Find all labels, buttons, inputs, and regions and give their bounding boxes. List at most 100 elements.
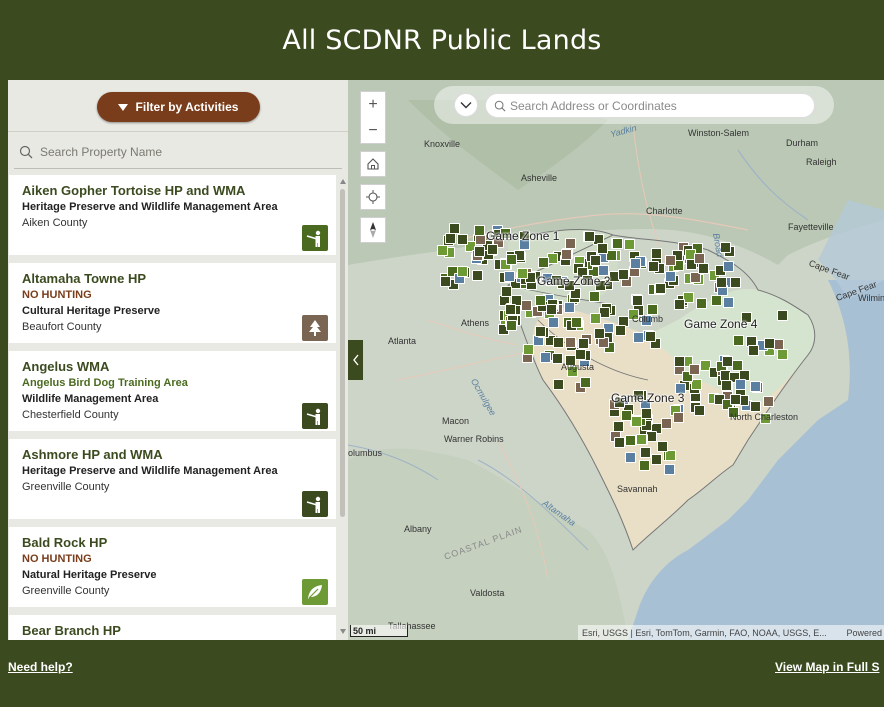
property-marker[interactable]: [565, 238, 576, 249]
property-marker[interactable]: [553, 337, 564, 348]
property-marker[interactable]: [777, 349, 788, 360]
property-marker[interactable]: [625, 435, 636, 446]
property-marker[interactable]: [584, 231, 595, 242]
property-search-input[interactable]: [40, 144, 320, 159]
list-item[interactable]: Ashmore HP and WMA Heritage Preserve and…: [9, 439, 336, 519]
property-marker[interactable]: [535, 295, 546, 306]
property-marker[interactable]: [540, 352, 551, 363]
property-marker[interactable]: [440, 276, 451, 287]
property-marker[interactable]: [696, 298, 707, 309]
property-marker[interactable]: [474, 246, 485, 257]
property-marker[interactable]: [673, 412, 684, 423]
property-marker[interactable]: [733, 335, 744, 346]
property-marker[interactable]: [694, 253, 705, 264]
home-button[interactable]: [360, 151, 386, 177]
property-marker[interactable]: [553, 379, 564, 390]
map-search-input[interactable]: [510, 98, 800, 113]
property-marker[interactable]: [716, 277, 727, 288]
zoom-in-button[interactable]: +: [361, 92, 385, 118]
property-marker[interactable]: [589, 291, 600, 302]
property-marker[interactable]: [674, 299, 685, 310]
property-marker[interactable]: [723, 261, 734, 272]
property-marker[interactable]: [521, 300, 532, 311]
property-marker[interactable]: [639, 460, 650, 471]
property-marker[interactable]: [445, 233, 456, 244]
property-marker[interactable]: [571, 317, 582, 328]
view-full-screen-link[interactable]: View Map in Full S: [775, 660, 879, 674]
list-item[interactable]: Aiken Gopher Tortoise HP and WMA Heritag…: [9, 175, 336, 255]
property-marker[interactable]: [437, 245, 448, 256]
property-marker[interactable]: [711, 295, 722, 306]
property-marker[interactable]: [674, 356, 685, 367]
compass-button[interactable]: [360, 217, 386, 243]
property-marker[interactable]: [723, 297, 734, 308]
property-marker[interactable]: [472, 270, 483, 281]
property-marker[interactable]: [730, 394, 741, 405]
property-marker[interactable]: [763, 396, 774, 407]
property-marker[interactable]: [722, 356, 733, 367]
list-scrollbar[interactable]: [340, 177, 346, 637]
property-marker[interactable]: [457, 234, 468, 245]
scroll-down-icon[interactable]: [340, 629, 346, 634]
scroll-up-icon[interactable]: [340, 179, 346, 184]
property-marker[interactable]: [564, 302, 575, 313]
property-marker[interactable]: [655, 283, 666, 294]
property-marker[interactable]: [689, 364, 700, 375]
list-item[interactable]: Bear Branch HP: [9, 615, 336, 640]
property-marker[interactable]: [578, 338, 589, 349]
property-marker[interactable]: [505, 304, 516, 315]
property-marker[interactable]: [698, 263, 709, 274]
property-marker[interactable]: [487, 244, 498, 255]
property-marker[interactable]: [750, 401, 761, 412]
property-marker[interactable]: [580, 377, 591, 388]
map-view[interactable]: Game Zone 1 Game Zone 2 Game Zone 3 Game…: [348, 80, 884, 640]
property-marker[interactable]: [506, 320, 517, 331]
property-marker[interactable]: [561, 249, 572, 260]
scrollbar-thumb[interactable]: [340, 189, 345, 517]
property-marker[interactable]: [735, 379, 746, 390]
property-marker[interactable]: [615, 325, 626, 336]
property-marker[interactable]: [750, 381, 761, 392]
property-marker[interactable]: [730, 277, 741, 288]
property-marker[interactable]: [665, 271, 676, 282]
property-marker[interactable]: [651, 454, 662, 465]
collapse-panel-button[interactable]: [348, 340, 363, 380]
property-marker[interactable]: [594, 328, 605, 339]
property-marker[interactable]: [523, 344, 534, 355]
need-help-link[interactable]: Need help?: [8, 660, 73, 674]
property-marker[interactable]: [632, 295, 643, 306]
property-marker[interactable]: [645, 331, 656, 342]
property-marker[interactable]: [630, 258, 641, 269]
property-marker[interactable]: [597, 243, 608, 254]
search-source-dropdown[interactable]: [454, 93, 478, 117]
property-marker[interactable]: [657, 441, 668, 452]
property-marker[interactable]: [546, 304, 557, 315]
property-marker[interactable]: [535, 326, 546, 337]
property-marker[interactable]: [613, 421, 624, 432]
property-marker[interactable]: [517, 268, 528, 279]
property-marker[interactable]: [457, 266, 468, 277]
property-marker[interactable]: [664, 464, 675, 475]
property-marker[interactable]: [618, 269, 629, 280]
property-marker[interactable]: [648, 261, 659, 272]
property-marker[interactable]: [661, 418, 672, 429]
property-marker[interactable]: [614, 437, 625, 448]
list-item[interactable]: Altamaha Towne HP NO HUNTING Cultural He…: [9, 263, 336, 343]
list-item[interactable]: Angelus WMA Angelus Bird Dog Training Ar…: [9, 351, 336, 431]
property-marker[interactable]: [721, 380, 732, 391]
property-marker[interactable]: [665, 255, 676, 266]
property-marker[interactable]: [612, 238, 623, 249]
zoom-out-button[interactable]: −: [361, 118, 385, 144]
property-marker[interactable]: [624, 239, 635, 250]
property-marker[interactable]: [538, 257, 549, 268]
property-marker[interactable]: [565, 337, 576, 348]
property-marker[interactable]: [474, 225, 485, 236]
property-marker[interactable]: [633, 332, 644, 343]
list-item[interactable]: Bald Rock HP NO HUNTING Natural Heritage…: [9, 527, 336, 607]
property-marker[interactable]: [590, 313, 601, 324]
property-marker[interactable]: [590, 255, 601, 266]
property-marker[interactable]: [694, 405, 705, 416]
property-marker[interactable]: [504, 271, 515, 282]
property-marker[interactable]: [641, 408, 652, 419]
property-marker[interactable]: [777, 310, 788, 321]
